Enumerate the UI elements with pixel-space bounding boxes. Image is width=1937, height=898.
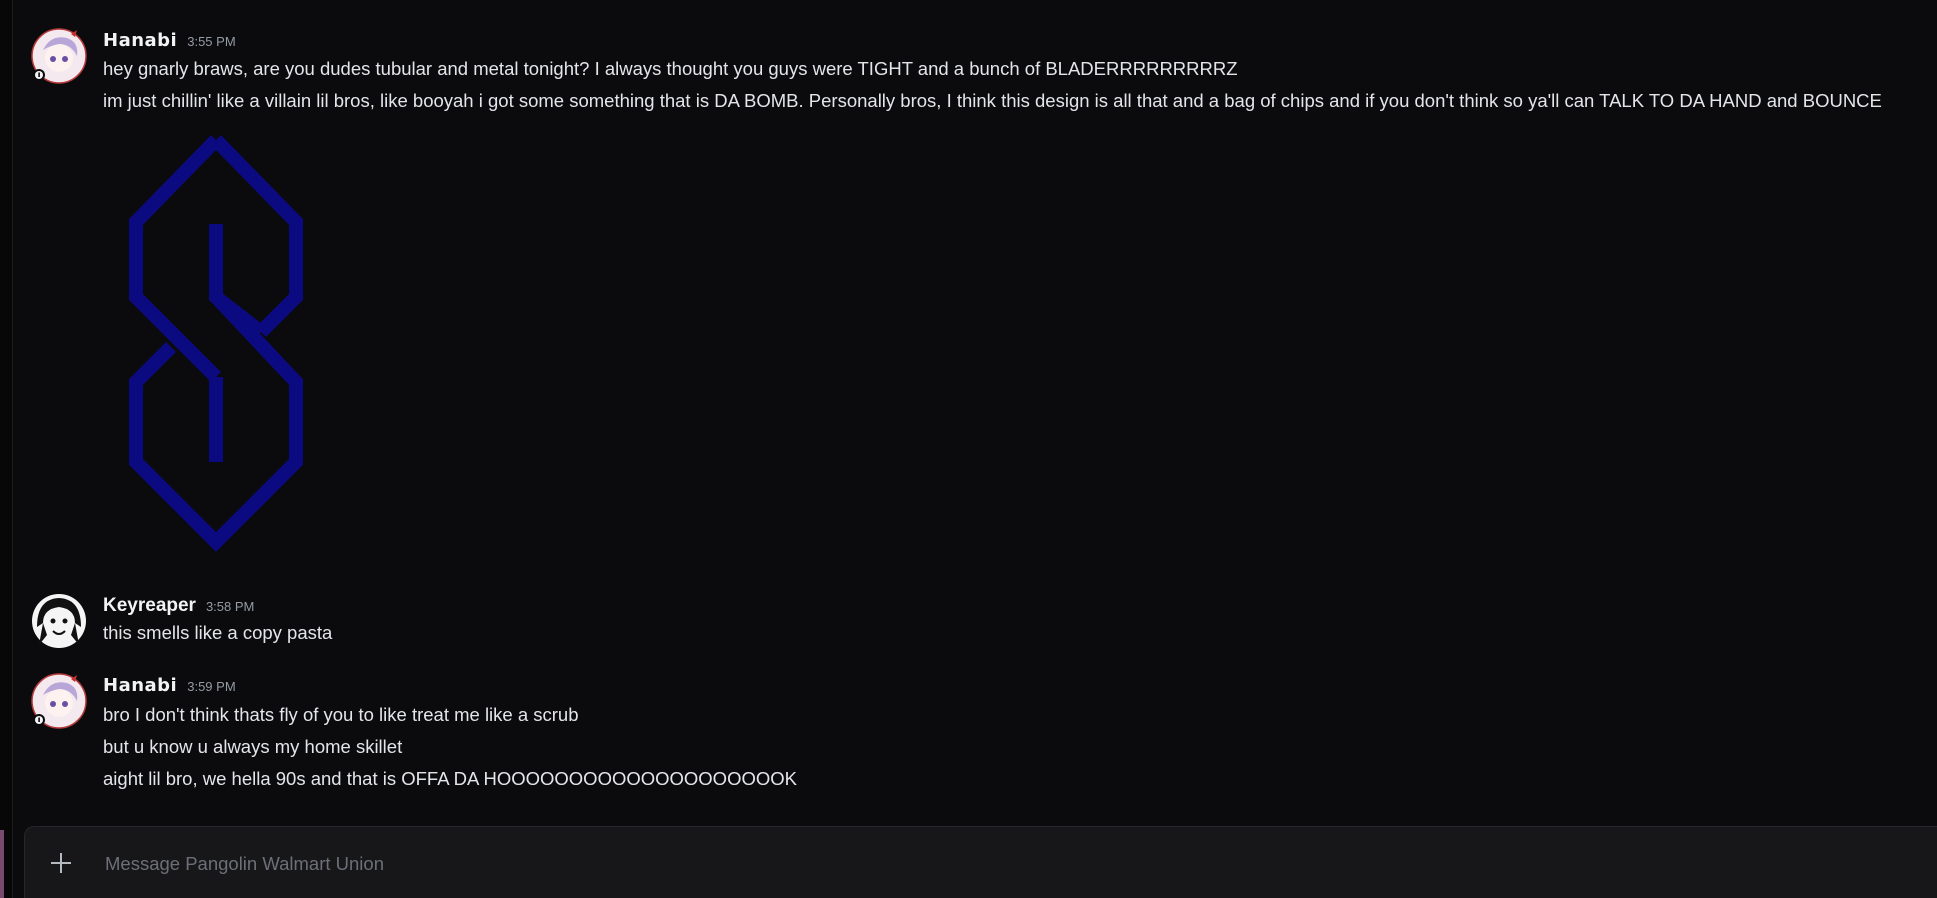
- plus-icon[interactable]: [45, 847, 77, 879]
- message-composer: [24, 826, 1937, 898]
- message-text: but u know u always my home skillet: [103, 736, 403, 757]
- username[interactable]: Hanabi: [103, 675, 177, 696]
- message-header: Hanabi 3:55 PM: [103, 30, 236, 51]
- timestamp[interactable]: 3:55 PM: [187, 34, 235, 49]
- message-list: Hanabi 3:55 PM hey gnarly braws, are you…: [13, 0, 1937, 818]
- message-header: Hanabi 3:59 PM: [103, 675, 236, 696]
- server-rail-edge: [0, 0, 13, 898]
- message-text: aight lil bro, we hella 90s and that is …: [103, 768, 797, 789]
- message-input[interactable]: [103, 847, 1907, 881]
- username[interactable]: Hanabi: [103, 30, 177, 51]
- message-text: this smells like a copy pasta: [103, 622, 333, 643]
- message-header: Keyreaper 3:58 PM: [103, 595, 254, 617]
- message-text: hey gnarly braws, are you dudes tubular …: [103, 58, 1238, 79]
- image-attachment[interactable]: [116, 132, 316, 552]
- rail-accent: [0, 830, 4, 898]
- username[interactable]: Keyreaper: [103, 595, 196, 617]
- timestamp[interactable]: 3:59 PM: [187, 679, 235, 694]
- avatar[interactable]: [31, 28, 87, 84]
- timestamp[interactable]: 3:58 PM: [206, 599, 254, 614]
- avatar[interactable]: [31, 673, 87, 729]
- avatar[interactable]: [31, 593, 86, 648]
- message-text: im just chillin' like a villain lil bros…: [103, 90, 1882, 111]
- message-text: bro I don't think thats fly of you to li…: [103, 704, 579, 725]
